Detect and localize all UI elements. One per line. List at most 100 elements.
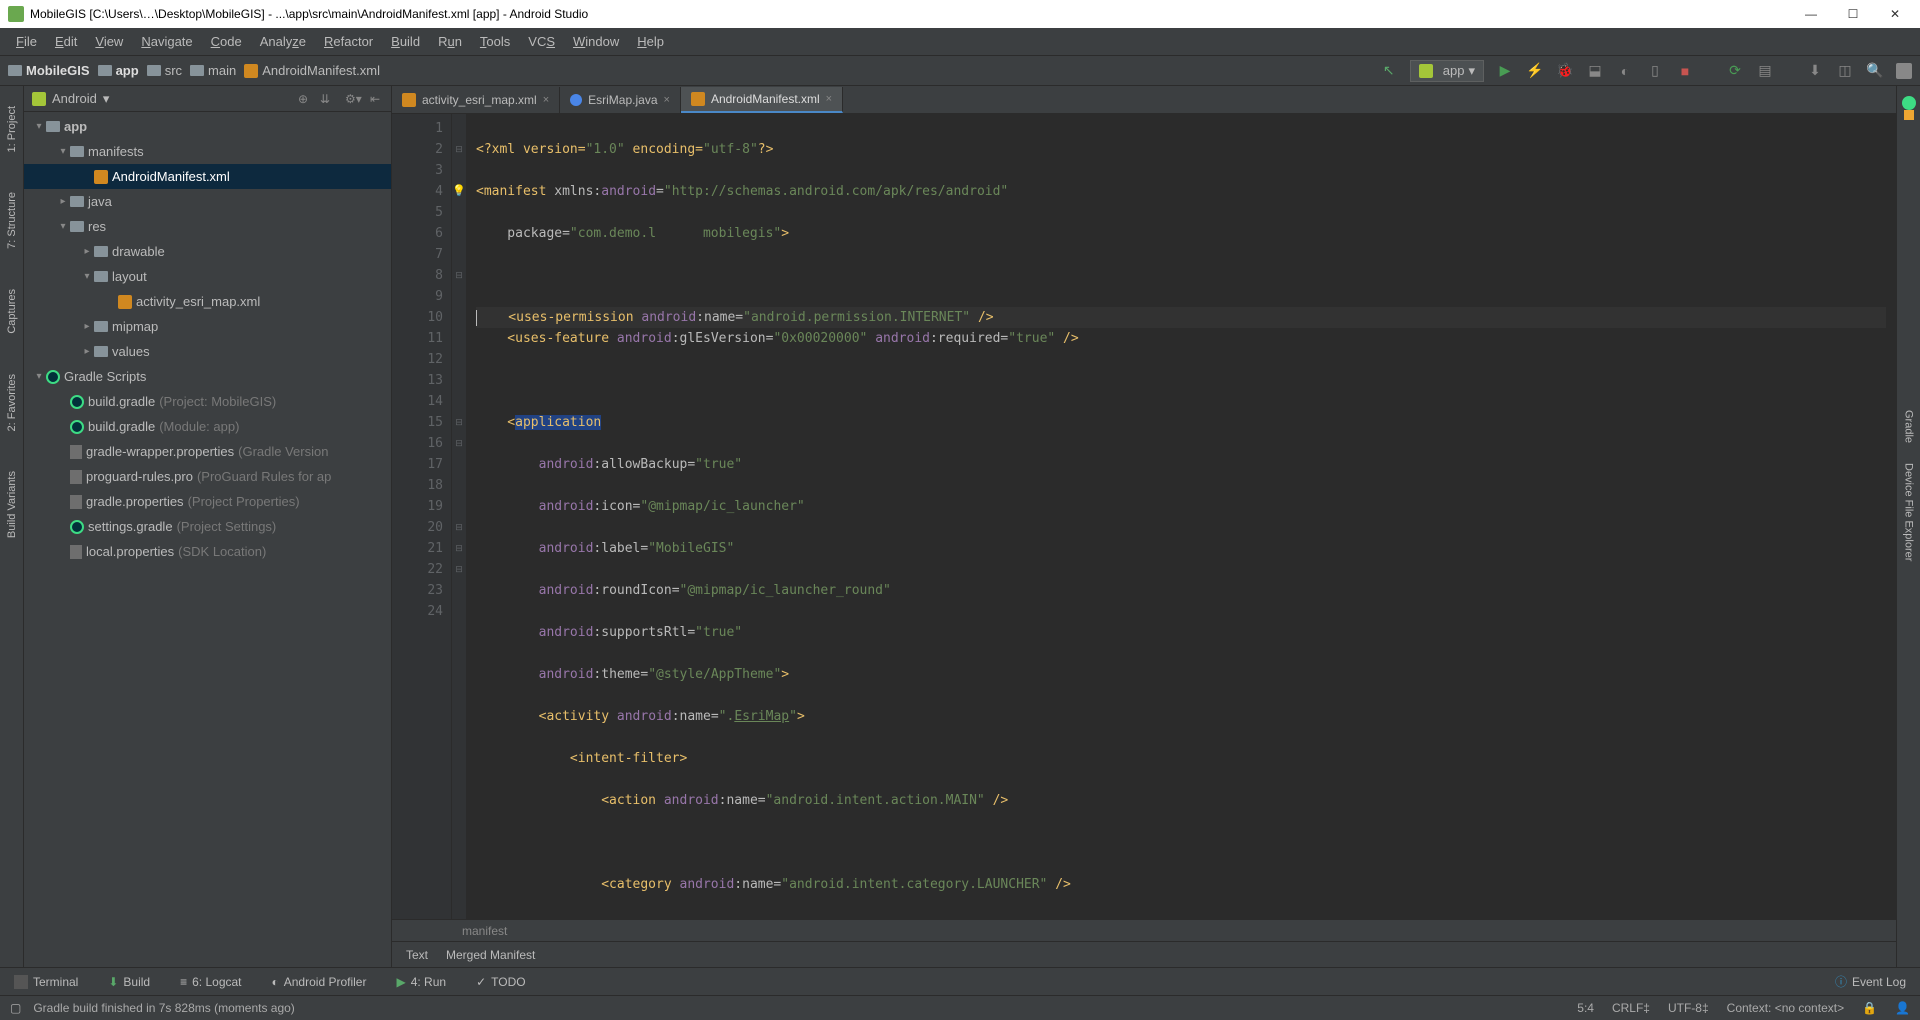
tree-item[interactable]: ▸drawable	[24, 239, 391, 264]
breadcrumb-mobilegis[interactable]: MobileGIS	[8, 63, 90, 78]
menu-view[interactable]: View	[87, 32, 131, 51]
info-icon: ⓘ	[1835, 973, 1847, 990]
tool-structure[interactable]: 7: Structure	[6, 182, 18, 259]
tree-item[interactable]: ▾Gradle Scripts	[24, 364, 391, 389]
tab-activity-esri-map[interactable]: activity_esri_map.xml×	[392, 87, 560, 113]
menu-window[interactable]: Window	[565, 32, 627, 51]
settings-icon[interactable]: ⚙▾	[345, 92, 361, 106]
tool-device-file-explorer[interactable]: Device File Explorer	[1903, 453, 1915, 571]
run-config-selector[interactable]: app ▾	[1410, 60, 1484, 82]
tree-item[interactable]: proguard-rules.pro(ProGuard Rules for ap	[24, 464, 391, 489]
tool-run[interactable]: ▶4: Run	[390, 973, 452, 991]
tool-logcat[interactable]: ≡6: Logcat	[174, 973, 247, 991]
gradle-icon	[70, 395, 84, 409]
tool-build[interactable]: ⬇Build	[102, 973, 156, 991]
close-button[interactable]: ✕	[1888, 7, 1902, 21]
inspections-icon[interactable]: 👤	[1895, 1001, 1910, 1015]
project-view-mode[interactable]: Android	[52, 91, 97, 106]
sdk-manager-button[interactable]: ▤	[1756, 62, 1774, 80]
close-icon[interactable]: ×	[543, 94, 549, 106]
menu-run[interactable]: Run	[430, 32, 470, 51]
tool-label: 4: Run	[411, 975, 446, 989]
sync-gradle-button[interactable]: ⟳	[1726, 62, 1744, 80]
tree-item[interactable]: activity_esri_map.xml	[24, 289, 391, 314]
breadcrumb-src[interactable]: src	[147, 63, 182, 78]
menu-file[interactable]: File	[8, 32, 45, 51]
tool-gradle[interactable]: Gradle	[1903, 400, 1915, 453]
editor-body[interactable]: 123456789101112131415161718192021222324 …	[392, 114, 1896, 919]
project-structure-button[interactable]: ⬇	[1806, 62, 1824, 80]
folder-icon	[98, 65, 112, 76]
scroll-from-source-icon[interactable]: ⊕	[295, 92, 311, 106]
tab-esrimap-java[interactable]: EsriMap.java×	[560, 87, 681, 113]
hide-icon[interactable]: ⇤	[367, 92, 383, 106]
tree-item[interactable]: ▸mipmap	[24, 314, 391, 339]
lock-icon[interactable]: 🔒	[1862, 1001, 1877, 1015]
context-selector[interactable]: Context: <no context>	[1727, 1001, 1844, 1015]
tree-item[interactable]: ▾app	[24, 114, 391, 139]
make-project-button[interactable]: ↖	[1380, 62, 1398, 80]
tree-item[interactable]: build.gradle(Module: app)	[24, 414, 391, 439]
search-button[interactable]: 🔍	[1866, 62, 1884, 80]
menu-code[interactable]: Code	[203, 32, 250, 51]
tool-build-variants[interactable]: Build Variants	[6, 461, 18, 548]
tree-item[interactable]: ▾res	[24, 214, 391, 239]
menu-vcs[interactable]: VCS	[520, 32, 563, 51]
profiler-button[interactable]: ⬓	[1586, 62, 1604, 80]
tool-favorites[interactable]: 2: Favorites	[6, 364, 18, 441]
stop-button[interactable]: ■	[1676, 62, 1694, 80]
tree-item[interactable]: ▾manifests	[24, 139, 391, 164]
minimize-button[interactable]: —	[1804, 7, 1818, 21]
file-encoding[interactable]: UTF-8‡	[1668, 1001, 1709, 1015]
tool-label: Terminal	[33, 975, 78, 989]
tree-item[interactable]: local.properties(SDK Location)	[24, 539, 391, 564]
tab-androidmanifest[interactable]: AndroidManifest.xml×	[681, 87, 843, 113]
menu-edit[interactable]: Edit	[47, 32, 85, 51]
tool-terminal[interactable]: Terminal	[8, 973, 84, 991]
close-icon[interactable]: ×	[664, 94, 670, 106]
collapse-all-icon[interactable]: ⇊	[317, 92, 333, 106]
layout-inspector-button[interactable]: ◫	[1836, 62, 1854, 80]
code-content[interactable]: <?xml version="1.0" encoding="utf-8"?> <…	[466, 114, 1896, 919]
tool-captures[interactable]: Captures	[6, 279, 18, 344]
line-separator[interactable]: CRLF‡	[1612, 1001, 1650, 1015]
tree-item[interactable]: gradle.properties(Project Properties)	[24, 489, 391, 514]
editor-mode-text[interactable]: Text	[406, 948, 428, 962]
tree-item[interactable]: gradle-wrapper.properties(Gradle Version	[24, 439, 391, 464]
menu-help[interactable]: Help	[629, 32, 672, 51]
run-button[interactable]: ▶	[1496, 62, 1514, 80]
attach-debugger-button[interactable]: ◐	[1616, 62, 1634, 80]
maximize-button[interactable]: ☐	[1846, 7, 1860, 21]
avd-manager-button[interactable]: ▯	[1646, 62, 1664, 80]
breadcrumb-manifest[interactable]: AndroidManifest.xml	[244, 63, 380, 78]
menu-build[interactable]: Build	[383, 32, 428, 51]
tool-event-log[interactable]: ⓘEvent Log	[1829, 971, 1912, 992]
tree-item[interactable]: build.gradle(Project: MobileGIS)	[24, 389, 391, 414]
tool-project[interactable]: 1: Project	[6, 96, 18, 162]
project-header: Android ▾ ⊕ ⇊ ⚙▾ ⇤	[24, 86, 391, 112]
close-icon[interactable]: ×	[826, 93, 832, 105]
tree-item[interactable]: ▸java	[24, 189, 391, 214]
breadcrumb-element[interactable]: manifest	[462, 924, 507, 938]
menu-tools[interactable]: Tools	[472, 32, 518, 51]
menu-analyze[interactable]: Analyze	[252, 32, 314, 51]
folder-icon	[70, 196, 84, 207]
tool-profiler[interactable]: ◐Android Profiler	[266, 973, 373, 991]
folder-icon	[8, 65, 22, 76]
tree-item[interactable]: settings.gradle(Project Settings)	[24, 514, 391, 539]
debug-button[interactable]: 🐞	[1556, 62, 1574, 80]
menu-refactor[interactable]: Refactor	[316, 32, 381, 51]
tree-item[interactable]: ▸values	[24, 339, 391, 364]
tool-windows-icon[interactable]: ▢	[10, 1001, 21, 1015]
dropdown-icon[interactable]: ▾	[103, 91, 110, 107]
tool-todo[interactable]: ✓TODO	[470, 973, 532, 991]
apply-changes-button[interactable]: ⚡	[1526, 62, 1544, 80]
avatar-icon[interactable]	[1896, 63, 1912, 79]
breadcrumb-app[interactable]: app	[98, 63, 139, 78]
tree-item[interactable]: ▾layout	[24, 264, 391, 289]
breadcrumb-main[interactable]: main	[190, 63, 236, 78]
cursor-position[interactable]: 5:4	[1577, 1001, 1594, 1015]
editor-mode-merged[interactable]: Merged Manifest	[446, 948, 535, 962]
tree-item[interactable]: AndroidManifest.xml	[24, 164, 391, 189]
menu-navigate[interactable]: Navigate	[133, 32, 200, 51]
